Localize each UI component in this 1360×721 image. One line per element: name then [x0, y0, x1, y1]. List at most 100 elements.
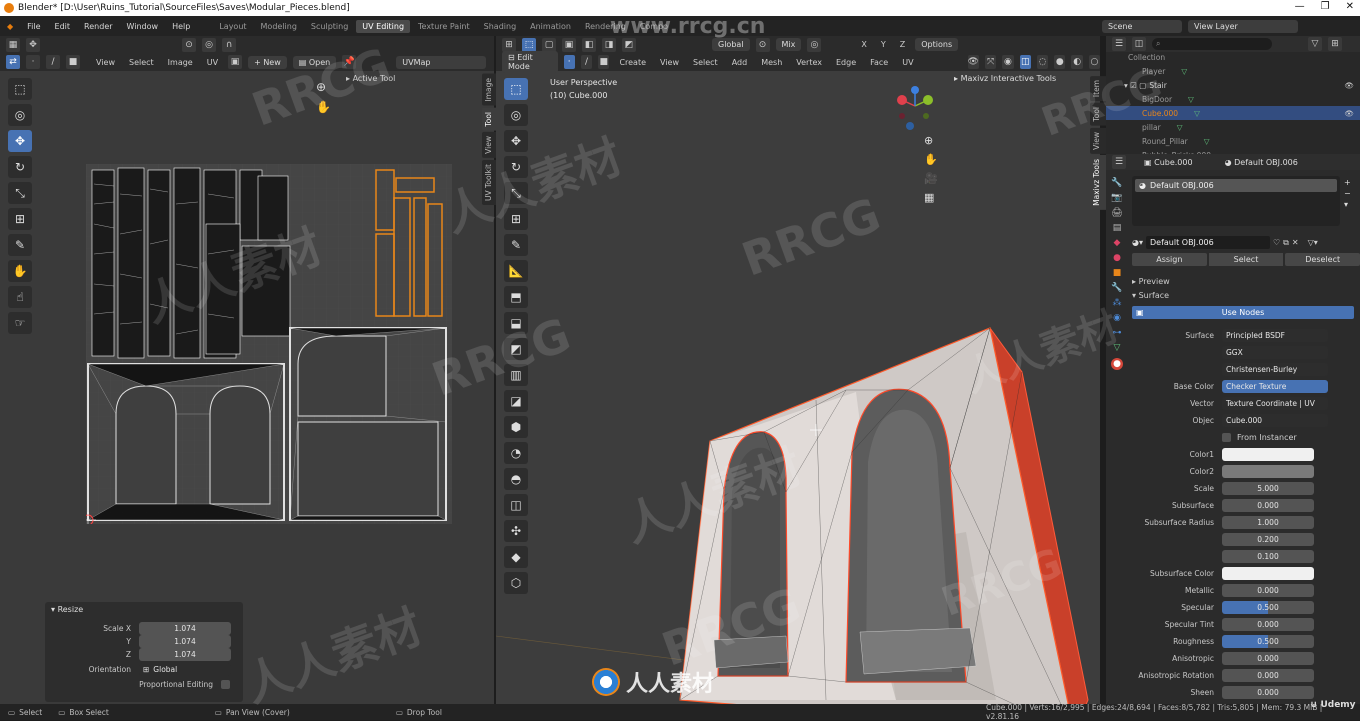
proportional-icon[interactable]: ◎ [202, 37, 216, 52]
options-dropdown[interactable]: Options [915, 38, 959, 51]
viewport-menu-vertex[interactable]: Vertex [792, 57, 826, 68]
zoom-icon[interactable]: ⊕ [316, 80, 326, 94]
scene-selector[interactable]: Scene [1102, 19, 1182, 33]
rendered-shading-icon[interactable]: ○ [1088, 55, 1101, 69]
tab-texture-paint[interactable]: Texture Paint [412, 20, 476, 33]
uv-menu-uv[interactable]: UV [203, 57, 222, 68]
surface-panel-header[interactable]: ▾ Surface [1132, 288, 1360, 302]
resize-panel-header[interactable]: ▾ Resize [45, 602, 243, 616]
close-icon[interactable]: ✕ [1346, 1, 1354, 12]
property-field[interactable] [1222, 567, 1314, 580]
object-tab-icon[interactable]: ■ [1113, 268, 1122, 278]
view-layer-selector[interactable]: View Layer [1188, 19, 1298, 33]
outliner-editor-icon[interactable]: ☰ [1112, 37, 1126, 51]
menu-render[interactable]: Render [77, 22, 119, 31]
mirror-y[interactable]: Y [877, 39, 890, 50]
outliner-row-player[interactable]: Player ▽ [1106, 64, 1360, 78]
modifier-tab-icon[interactable]: 🔧 [1111, 283, 1122, 293]
property-field[interactable]: Christensen-Burley [1222, 363, 1328, 376]
property-field[interactable] [1222, 448, 1314, 461]
mode-dropdown[interactable]: ⊟ Edit Mode [502, 51, 558, 73]
property-field[interactable]: 0.100 [1222, 550, 1314, 563]
new-collection-icon[interactable]: ⊞ [1328, 37, 1342, 51]
material-filter-icon[interactable]: ▽▾ [1308, 238, 1318, 247]
overlay-icon[interactable]: ◉ [1002, 55, 1014, 69]
property-field[interactable]: GGX [1222, 346, 1328, 359]
viewport-menu-view[interactable]: View [656, 57, 683, 68]
select-new-icon[interactable]: ▢ [542, 37, 556, 52]
outliner-row-bigdoor[interactable]: BigDoor ▽ [1106, 92, 1360, 106]
viewport-select-mode-icon[interactable]: ⬚ [522, 37, 536, 52]
wireframe-shading-icon[interactable]: ◌ [1036, 55, 1049, 69]
menu-window[interactable]: Window [120, 22, 166, 31]
property-field[interactable]: 1.000 [1222, 516, 1314, 529]
viewport-menu-mesh[interactable]: Mesh [757, 57, 786, 68]
tab-animation[interactable]: Animation [524, 20, 577, 33]
transform-tool-icon[interactable]: ⊞ [8, 208, 32, 230]
tab-rendering[interactable]: Rendering [579, 20, 632, 33]
pinch-tool-icon[interactable]: ☞ [8, 312, 32, 334]
property-field[interactable]: 0.000 [1222, 584, 1314, 597]
proportional-edit-icon[interactable]: ◎ [807, 37, 822, 52]
property-field[interactable] [1222, 465, 1314, 478]
particles-tab-icon[interactable]: ⁂ [1113, 298, 1122, 308]
gizmo-icon[interactable]: ⤧ [984, 55, 997, 69]
property-field[interactable]: Cube.000 [1222, 414, 1328, 427]
outliner-row-stair[interactable]: ▾ ☑ ▢ Stair 👁 [1106, 78, 1360, 92]
properties-editor-icon[interactable]: ☰ [1112, 155, 1126, 169]
relax-tool-icon[interactable]: ☝ [8, 286, 32, 308]
slot-menu-icon[interactable]: ▾ [1344, 200, 1351, 209]
use-nodes-button[interactable]: ▣ Use Nodes [1132, 306, 1354, 319]
property-field[interactable]: 0.500 [1222, 601, 1314, 614]
edge-select-icon[interactable]: / [46, 55, 60, 69]
tab-layout[interactable]: Layout [213, 20, 252, 33]
property-field[interactable]: 0.000 [1222, 669, 1314, 682]
mirror-x[interactable]: X [857, 39, 870, 50]
sync-selection-icon[interactable]: ⇄ [6, 55, 20, 69]
material-slot-item[interactable]: ◕ Default OBJ.006 [1135, 179, 1337, 192]
tab-sculpting[interactable]: Sculpting [305, 20, 354, 33]
material-browse-icon[interactable]: ◕▾ [1132, 238, 1143, 247]
rotate-tool-icon[interactable]: ↻ [8, 156, 32, 178]
property-field[interactable]: Checker Texture [1222, 380, 1328, 393]
scale-tool-icon[interactable]: ⤡ [8, 182, 32, 204]
uv-canvas[interactable] [86, 164, 452, 524]
minimize-icon[interactable]: — [1295, 1, 1305, 12]
material-shading-icon[interactable]: ◐ [1071, 55, 1083, 69]
display-mode-icon[interactable]: ◫ [1132, 37, 1146, 51]
outliner-search[interactable]: ⌕ [1152, 38, 1272, 50]
property-field[interactable]: 0.000 [1222, 686, 1314, 699]
mix-dropdown[interactable]: Mix [775, 38, 802, 51]
open-image-button[interactable]: ▤ Open [292, 55, 337, 69]
editor-type-icon[interactable]: ▦ [6, 37, 20, 52]
assign-button[interactable]: Assign [1132, 253, 1207, 266]
viewport-menu-uv[interactable]: UV [898, 57, 917, 68]
unlink-material-icon[interactable]: ✕ [1292, 238, 1299, 247]
viewport-menu-create[interactable]: Create [615, 57, 650, 68]
mirror-z[interactable]: Z [896, 39, 909, 50]
image-browse-icon[interactable]: ▣ [228, 55, 243, 69]
uvmap-selector[interactable]: UVMap [396, 55, 487, 69]
face-select-icon[interactable]: ■ [66, 55, 80, 69]
solid-shading-icon[interactable]: ● [1054, 55, 1066, 69]
add-slot-icon[interactable]: + [1344, 178, 1351, 187]
collapse-icon[interactable]: ▾ ☑ ▢ [1124, 81, 1146, 90]
transform-orientation-dropdown[interactable]: Global [712, 38, 750, 51]
uv-menu-image[interactable]: Image [164, 57, 197, 68]
select-invert-icon[interactable]: ◨ [602, 37, 616, 52]
physics-tab-icon[interactable]: ◉ [1113, 313, 1121, 323]
tab-shading[interactable]: Shading [478, 20, 523, 33]
3d-scene[interactable] [496, 72, 1090, 704]
tab-modeling[interactable]: Modeling [255, 20, 303, 33]
material-name-field[interactable]: Default OBJ.006 [1146, 236, 1270, 249]
pin-icon[interactable]: 📌 [342, 55, 357, 69]
property-field[interactable]: 0.000 [1222, 499, 1314, 512]
proportional-checkbox[interactable] [221, 679, 230, 689]
select-box-tool-icon[interactable]: ⬚ [8, 78, 32, 100]
snap-icon[interactable]: ⊙ [182, 37, 196, 52]
outliner-row-cube000[interactable]: Cube.000 ▽ 👁 [1106, 106, 1360, 120]
grab-tool-icon[interactable]: ✋ [8, 260, 32, 282]
visibility-icon[interactable]: 👁 [967, 55, 979, 69]
annotate-tool-icon[interactable]: ✎ [8, 234, 32, 256]
viewport-menu-edge[interactable]: Edge [832, 57, 860, 68]
